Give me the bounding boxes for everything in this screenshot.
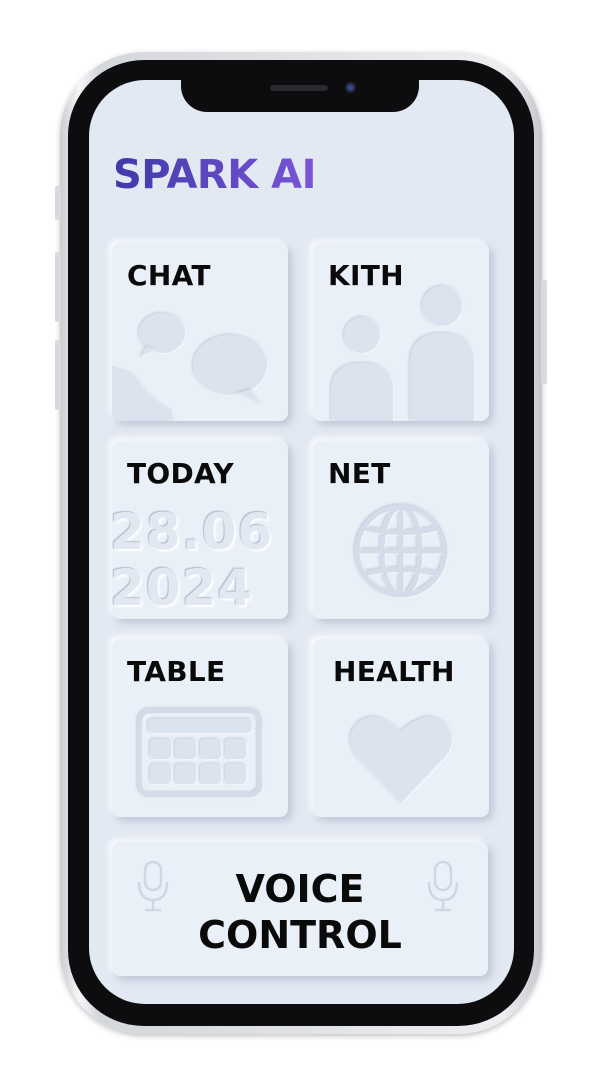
tile-chat-label: CHAT — [127, 259, 211, 292]
volume-up-button — [55, 252, 61, 322]
voice-control-button[interactable]: VOICE CONTROL — [112, 842, 488, 976]
tile-today-label: TODAY — [127, 457, 234, 490]
earpiece-speaker — [270, 85, 328, 91]
tile-kith-label: KITH — [328, 259, 404, 292]
app-title: SPARK AI — [113, 152, 316, 198]
voice-label-line2: CONTROL — [198, 913, 402, 957]
date-year: 2024 — [112, 559, 254, 617]
tile-kith[interactable]: KITH — [313, 243, 489, 421]
front-camera — [345, 82, 356, 93]
tile-health-label: HEALTH — [333, 655, 455, 688]
voice-control-label: VOICE CONTROL — [182, 866, 418, 958]
tile-table-label: TABLE — [127, 655, 226, 688]
power-button — [541, 280, 547, 384]
tile-chat[interactable]: CHAT — [112, 243, 288, 421]
tile-health[interactable]: HEALTH — [313, 639, 489, 817]
tile-net-label: NET — [328, 457, 391, 490]
volume-down-button — [55, 340, 61, 410]
date-day-month: 28.06 — [112, 503, 274, 561]
notch — [181, 76, 419, 112]
tile-today[interactable]: TODAY 28.06 2024 — [112, 441, 288, 619]
tile-net[interactable]: NET — [313, 441, 489, 619]
mute-switch — [55, 186, 61, 220]
voice-label-line1: VOICE — [235, 867, 365, 911]
microphone-icon — [137, 860, 169, 912]
microphone-icon — [427, 860, 459, 912]
tile-table[interactable]: TABLE — [112, 639, 288, 817]
